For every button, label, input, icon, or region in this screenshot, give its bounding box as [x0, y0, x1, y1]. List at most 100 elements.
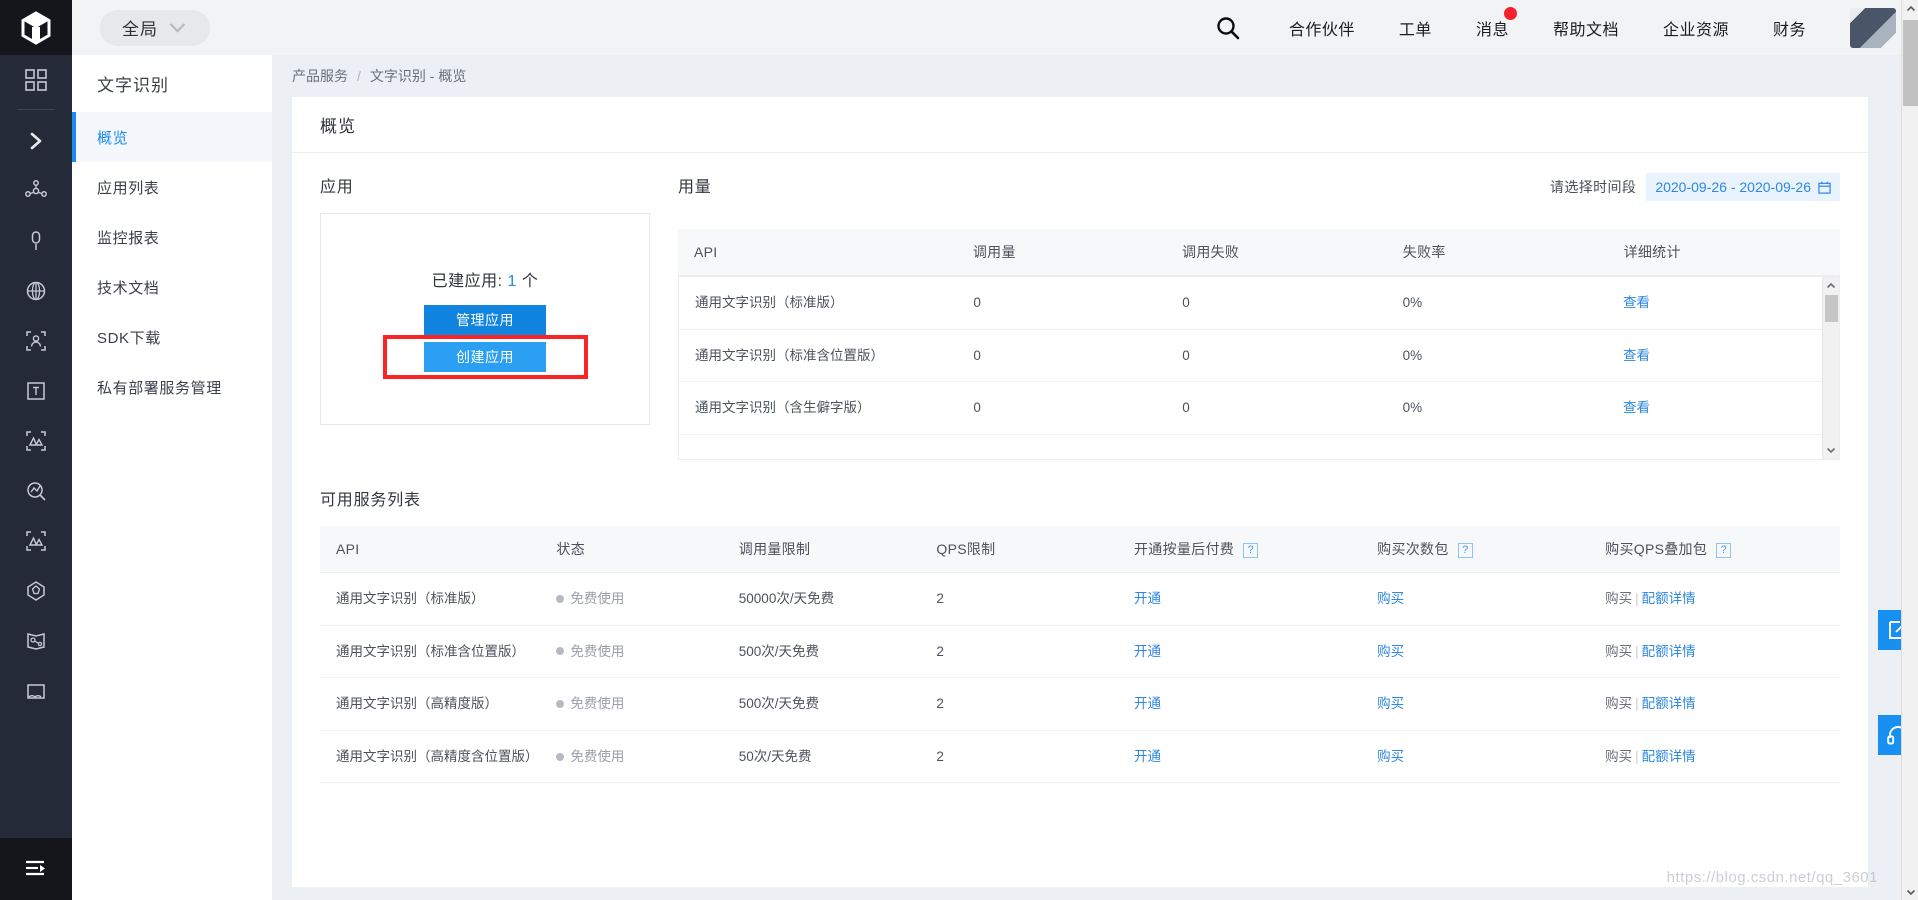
svc-cell-postpaid-link[interactable]: 开通 — [1117, 572, 1362, 626]
qps-pack-buy-link[interactable]: 购买 — [1605, 696, 1632, 711]
usage-cell-calls: 0 — [957, 381, 1167, 435]
rail-item-voice[interactable] — [0, 216, 72, 266]
rail-item-expand[interactable] — [0, 116, 72, 166]
page-scroll-up-arrow[interactable] — [1902, 0, 1918, 17]
svc-col-postpaid-label: 开通按量后付费 — [1133, 541, 1235, 557]
usage-cell-failed: 0 — [1166, 329, 1387, 383]
rail-item-image-scan[interactable] — [0, 516, 72, 566]
usage-cell-detail-link[interactable]: 查看 — [1606, 381, 1839, 435]
qps-pack-detail-link[interactable]: 配额详情 — [1642, 644, 1696, 659]
qps-pack-buy-link[interactable]: 购买 — [1605, 749, 1632, 764]
brand-logo[interactable] — [0, 0, 72, 55]
nav-item-help-docs[interactable]: 帮助文档 — [1531, 16, 1641, 40]
image-recognition-icon — [26, 431, 46, 451]
search-button[interactable] — [1205, 15, 1267, 41]
scope-selector[interactable]: 全局 — [100, 9, 210, 46]
rail-item-ocr-text[interactable] — [0, 366, 72, 416]
rail-collapse-button[interactable] — [0, 838, 72, 900]
rail-item-globe[interactable] — [0, 266, 72, 316]
svc-col-package: 购买次数包 ? — [1361, 526, 1590, 573]
rail-item-analytics[interactable] — [0, 466, 72, 516]
grid-apps-icon — [25, 69, 47, 91]
breadcrumb-separator: / — [357, 68, 361, 84]
svc-cell-package-link[interactable]: 购买 — [1361, 572, 1590, 626]
svc-cell-package-link[interactable]: 购买 — [1361, 677, 1590, 731]
nav-item-messages[interactable]: 消息 — [1454, 6, 1531, 40]
date-range-value: 2020-09-26 - 2020-09-26 — [1655, 179, 1811, 195]
panel-title: 概览 — [292, 97, 1868, 153]
nav-item-enterprise-resources[interactable]: 企业资源 — [1641, 16, 1751, 40]
svc-cell-qps: 2 — [920, 572, 1118, 626]
app-count-text: 已建应用: 1 个 — [432, 267, 539, 291]
rail-item-network[interactable] — [0, 166, 72, 216]
sidebar-item-label: 私有部署服务管理 — [97, 379, 222, 397]
sidebar-item-overview[interactable]: 概览 — [72, 112, 272, 162]
rail-item-apps[interactable] — [0, 55, 72, 105]
sidebar-item-monitor-report[interactable]: 监控报表 — [72, 212, 272, 262]
svc-cell-postpaid-link[interactable]: 开通 — [1117, 625, 1362, 679]
usage-table-scrollbar[interactable] — [1822, 277, 1839, 459]
sidebar-item-sdk-download[interactable]: SDK下载 — [72, 312, 272, 362]
qps-pack-detail-link[interactable]: 配额详情 — [1642, 749, 1696, 764]
page-scrollbar-thumb[interactable] — [1903, 20, 1918, 106]
svc-cell-postpaid-link[interactable]: 开通 — [1117, 677, 1362, 731]
sidebar-item-tech-docs[interactable]: 技术文档 — [72, 262, 272, 312]
qps-pack-detail-link[interactable]: 配额详情 — [1642, 696, 1696, 711]
usage-cell-api: 通用文字识别（标准含位置版） — [679, 329, 958, 383]
calendar-icon — [1818, 181, 1831, 194]
application-section: 应用 已建应用: 1 个 管理应用 创建应用 — [320, 173, 650, 460]
globe-icon — [26, 281, 46, 301]
link-separator: | — [1635, 643, 1639, 659]
rail-item-security-gem[interactable] — [0, 566, 72, 616]
status-dot-icon — [556, 699, 565, 708]
rail-item-picture[interactable] — [0, 666, 72, 716]
svc-cell-postpaid-link[interactable]: 开通 — [1117, 730, 1362, 784]
scroll-down-arrow-icon[interactable] — [1826, 445, 1836, 455]
usage-cell-detail-link[interactable]: 查看 — [1606, 329, 1839, 383]
status-badge: 免费使用 — [556, 746, 714, 768]
sidebar-item-private-deploy[interactable]: 私有部署服务管理 — [72, 362, 272, 412]
create-app-button[interactable]: 创建应用 — [424, 341, 546, 372]
rail-item-map-graph[interactable] — [0, 616, 72, 666]
breadcrumb-root[interactable]: 产品服务 — [292, 66, 348, 86]
sidebar-item-app-list[interactable]: 应用列表 — [72, 162, 272, 212]
svc-cell-qps: 2 — [920, 677, 1118, 731]
help-tooltip-icon[interactable]: ? — [1716, 543, 1732, 558]
rail-item-image-recognition[interactable] — [0, 416, 72, 466]
svc-cell-package-link[interactable]: 购买 — [1361, 730, 1590, 784]
svc-col-limit-label: 调用量限制 — [738, 541, 811, 557]
nav-item-tickets[interactable]: 工单 — [1377, 16, 1454, 40]
usage-cell-detail-link[interactable]: 查看 — [1606, 277, 1839, 330]
scroll-up-arrow-icon[interactable] — [1826, 281, 1836, 291]
qps-pack-buy-link[interactable]: 购买 — [1605, 644, 1632, 659]
help-tooltip-icon[interactable]: ? — [1243, 543, 1259, 558]
overview-panel: 概览 应用 已建应用: 1 个 管理应用 创建应用 用量 请选择时间段 2020… — [292, 97, 1868, 887]
avatar[interactable] — [1850, 7, 1896, 48]
watermark-text: https://blog.csdn.net/qq_3601 — [1666, 869, 1878, 886]
svc-col-qps-pack: 购买QPS叠加包 ? — [1589, 526, 1840, 573]
usage-col-fail-rate: 失败率 — [1386, 229, 1608, 276]
nav-item-finance[interactable]: 财务 — [1751, 16, 1828, 40]
svc-cell-limit: 50000次/天免费 — [722, 572, 921, 626]
usage-table-scroll-container: 通用文字识别（标准版） 0 0 0% 查看 通用文字识别（标准含位置版） 0 0… — [678, 276, 1840, 460]
link-separator: | — [1635, 748, 1639, 764]
rail-item-face-scan[interactable] — [0, 316, 72, 366]
svc-cell-package-link[interactable]: 购买 — [1361, 625, 1590, 679]
usage-cell-calls: 0 — [957, 329, 1167, 383]
svc-col-qps-pack-label: 购买QPS叠加包 — [1605, 541, 1708, 557]
date-range-picker[interactable]: 2020-09-26 - 2020-09-26 — [1646, 173, 1840, 201]
qps-pack-detail-link[interactable]: 配额详情 — [1642, 591, 1696, 606]
svc-col-api: API — [320, 526, 541, 573]
link-separator: | — [1635, 696, 1639, 712]
qps-pack-buy-link[interactable]: 购买 — [1605, 591, 1632, 606]
page-scroll-down-arrow[interactable] — [1902, 883, 1918, 900]
help-tooltip-icon[interactable]: ? — [1457, 543, 1473, 558]
page-scrollbar[interactable] — [1901, 0, 1918, 900]
image-scan-icon — [26, 531, 46, 551]
nav-item-partners[interactable]: 合作伙伴 — [1267, 16, 1377, 40]
nodes-network-icon — [25, 180, 47, 197]
sidebar-item-label: 概览 — [97, 129, 129, 147]
text-box-icon — [27, 382, 45, 400]
manage-app-button[interactable]: 管理应用 — [424, 304, 546, 335]
scrollbar-thumb[interactable] — [1825, 295, 1838, 322]
